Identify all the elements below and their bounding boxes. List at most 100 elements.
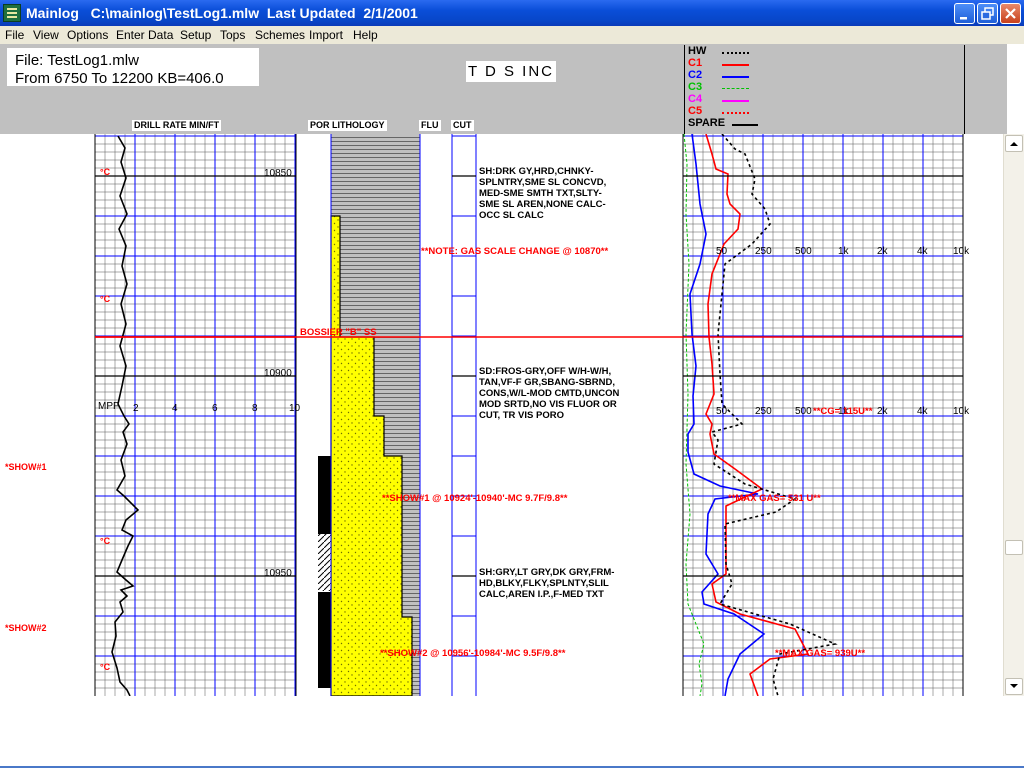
menu-help[interactable]: Help <box>353 28 378 42</box>
max-gas2-note: **MAX GAS= 939U** <box>775 648 865 659</box>
show1-bar <box>318 456 331 534</box>
gas-scale-tick: 4k <box>917 406 929 417</box>
drill-scale-tick: 2 <box>133 403 139 414</box>
menu-view[interactable]: View <box>33 28 59 42</box>
desc-line: SD:FROS-GRY,OFF W/H-W/H, <box>479 366 611 377</box>
legend-label-c1: C1 <box>688 57 703 69</box>
legend-label-c4: C4 <box>688 93 703 105</box>
file-path: C:\mainlog\TestLog1.mlw <box>90 5 260 21</box>
drill-rate-header: DRILL RATE MIN/FT <box>132 120 222 131</box>
core-mark: °C <box>100 294 111 304</box>
minimize-icon <box>960 17 967 20</box>
cg-note: **CG= 115U** <box>813 406 873 417</box>
desc-line: SH:DRK GY,HRD,CHNKY- <box>479 166 594 177</box>
drill-scale-tick: 10 <box>289 403 301 414</box>
show-hatch <box>318 534 331 591</box>
close-icon <box>1005 8 1016 19</box>
gas-scale-tick: 50 <box>716 406 728 417</box>
depth-label-10850: 10850 <box>264 168 292 179</box>
menu-enter-data[interactable]: Enter Data <box>116 28 173 42</box>
show2-note: **SHOW#2 @ 10956'-10984'-MC 9.5F/9.8** <box>380 648 566 659</box>
gas-scale-tick: 1k <box>838 246 850 257</box>
window-title: Mainlog C:\mainlog\TestLog1.mlw Last Upd… <box>26 5 418 21</box>
restore-icon <box>981 7 994 20</box>
fluor-cut-track <box>451 134 477 696</box>
depth-range: From 6750 To 12200 KB=406.0 <box>15 70 224 87</box>
app-name: Mainlog <box>26 5 79 21</box>
legend-line-hw <box>722 52 749 54</box>
lithology-header: POR LITHOLOGY <box>308 120 387 131</box>
desc-line: CUT, TR VIS PORO <box>479 410 564 421</box>
legend-line-c3 <box>722 88 749 89</box>
file-name: File: TestLog1.mlw <box>15 52 139 69</box>
legend-label-c2: C2 <box>688 69 703 81</box>
legend-label-hw: HW <box>688 45 707 57</box>
show1-note: **SHOW#1 @ 10924'-10940'-MC 9.7F/9.8** <box>382 493 568 504</box>
menu-import[interactable]: Import <box>309 28 343 42</box>
desc-line: SME SL AREN,NONE CALC- <box>479 199 606 210</box>
legend-label-c5: C5 <box>688 105 703 117</box>
legend-label-c3: C3 <box>688 81 703 93</box>
legend-line-c5 <box>722 112 749 114</box>
title-bar: Mainlog C:\mainlog\TestLog1.mlw Last Upd… <box>0 0 1024 26</box>
updated-date: 2/1/2001 <box>363 5 418 21</box>
restore-button[interactable] <box>977 3 998 24</box>
legend-line-c1 <box>722 64 749 66</box>
core-mark: °C <box>100 536 111 546</box>
show2-bar <box>318 592 331 688</box>
app-icon[interactable] <box>3 4 21 22</box>
drill-scale-tick: 6 <box>212 403 218 414</box>
core-mark: °C <box>100 662 111 672</box>
updated-label: Last Updated <box>266 5 356 21</box>
gas-scale-tick: 250 <box>755 406 772 417</box>
max-gas1-note: **MAX GAS= 531 U** <box>728 493 821 504</box>
gas-scale-tick: 250 <box>755 246 772 257</box>
desc-line: MED-SME SMTH TXT,SLTY- <box>479 188 602 199</box>
scroll-up-button[interactable] <box>1005 135 1023 152</box>
depth-label-10950: 10950 <box>264 568 292 579</box>
menu-tops[interactable]: Tops <box>220 28 245 42</box>
arrow-up-icon <box>1010 142 1018 146</box>
gas-scale-tick: 2k <box>877 406 889 417</box>
desc-line: CONS,W/L-MOD CMTD,UNCON <box>479 388 620 399</box>
desc-line: SH:GRY,LT GRY,DK GRY,FRM- <box>479 567 614 578</box>
file-info-box: File: TestLog1.mlw From 6750 To 12200 KB… <box>7 48 259 87</box>
show1-label: *SHOW#1 <box>5 462 47 472</box>
menu-bar: File View Options Enter Data Setup Tops … <box>0 26 1024 44</box>
gas-legend: HW C1 C2 C3 C4 C5 SPARE <box>684 45 965 134</box>
core-mark: °C <box>100 167 111 177</box>
close-button[interactable] <box>1000 3 1021 24</box>
company-name: T D S INC <box>466 61 556 82</box>
legend-line-spare <box>732 124 758 126</box>
drill-scale-unit: MPF <box>98 401 119 412</box>
menu-setup[interactable]: Setup <box>180 28 211 42</box>
minimize-button[interactable] <box>954 3 975 24</box>
scroll-down-button[interactable] <box>1005 678 1023 695</box>
menu-schemes[interactable]: Schemes <box>255 28 305 42</box>
legend-line-c2 <box>722 76 749 78</box>
menu-options[interactable]: Options <box>67 28 108 42</box>
scroll-thumb[interactable] <box>1005 540 1023 555</box>
gas-scale-tick: 4k <box>917 246 929 257</box>
menu-file[interactable]: File <box>5 28 24 42</box>
gas-scale-tick: 2k <box>877 246 889 257</box>
desc-line: OCC SL CALC <box>479 210 544 221</box>
gas-scale-tick: 10k <box>953 406 970 417</box>
gas-scale-tick: 50 <box>716 246 728 257</box>
show2-label: *SHOW#2 <box>5 623 47 633</box>
drill-scale-tick: 4 <box>172 403 178 414</box>
vertical-scrollbar[interactable] <box>1003 134 1024 696</box>
legend-line-c4 <box>722 100 749 102</box>
desc-line: TAN,VF-F GR,SBANG-SBRND, <box>479 377 615 388</box>
desc-line: SPLNTRY,SME SL CONCVD, <box>479 177 606 188</box>
cut-header: CUT <box>451 120 474 131</box>
desc-line: CALC,AREN I.P.,F-MED TXT <box>479 589 604 600</box>
log-plot[interactable]: 10850 10900 10950 MPF 2 4 6 8 10 50 250 … <box>0 134 1007 696</box>
depth-label-10900: 10900 <box>264 368 292 379</box>
lithology-track <box>318 134 421 696</box>
drill-rate-track <box>94 134 297 696</box>
formation-label: BOSSIER "B" SS <box>300 327 377 338</box>
gas-scale-tick: 500 <box>795 406 812 417</box>
gas-scale-note: **NOTE: GAS SCALE CHANGE @ 10870** <box>421 246 608 257</box>
fluor-header: FLU <box>419 120 441 131</box>
